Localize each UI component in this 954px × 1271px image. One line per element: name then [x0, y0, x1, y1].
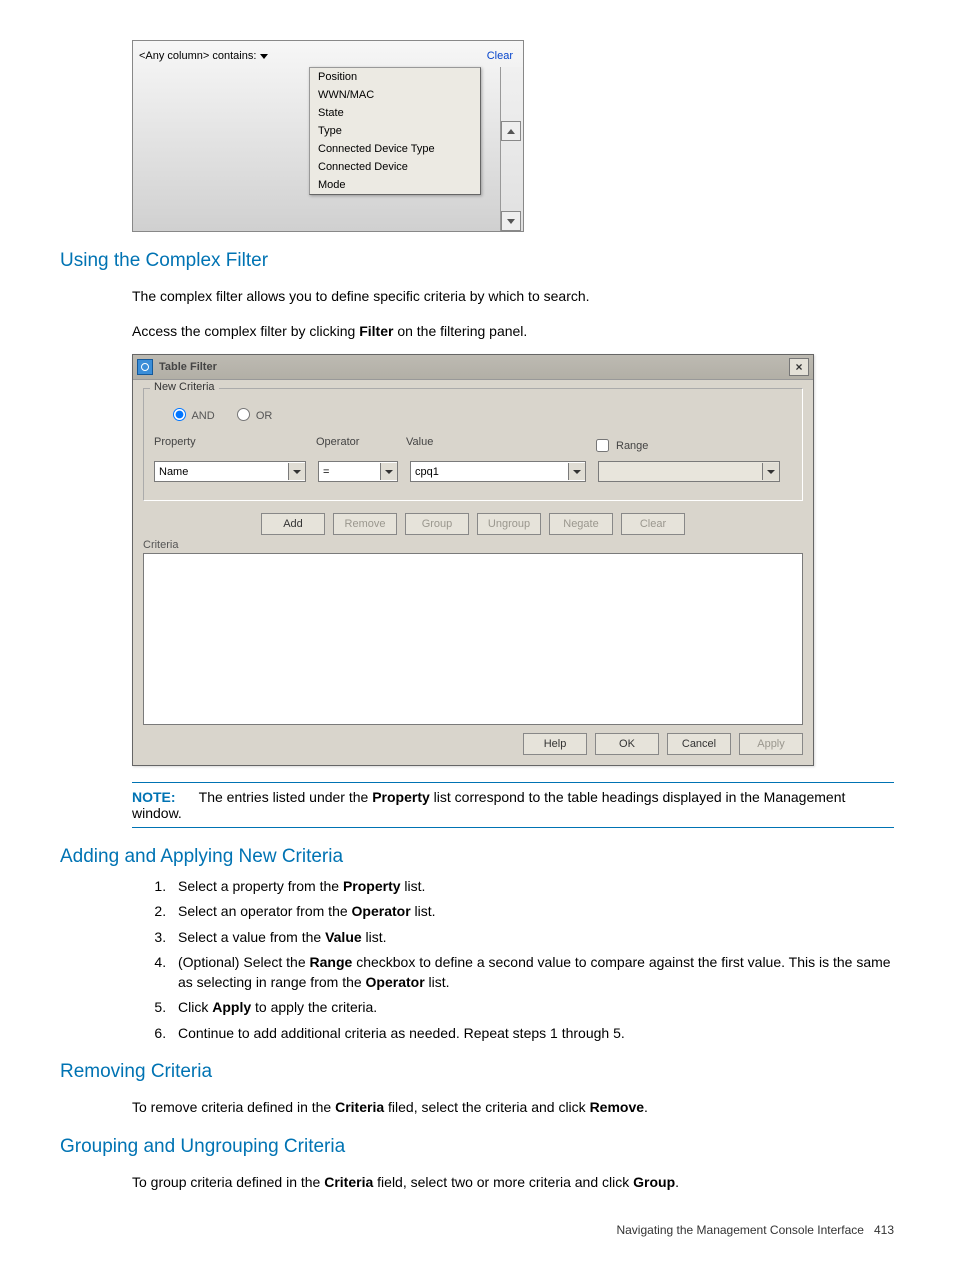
section-heading-using: Using the Complex Filter [60, 250, 894, 272]
value-label: Value [406, 436, 580, 457]
ok-button[interactable]: OK [595, 733, 659, 755]
filter-dropdown-screenshot: <Any column> contains: Clear Position WW… [132, 40, 524, 232]
table-filter-dialog: Table Filter × New Criteria AND OR Prope… [132, 354, 814, 766]
group-button[interactable]: Group [405, 513, 469, 535]
dialog-titlebar: Table Filter × [133, 355, 813, 380]
apply-button[interactable]: Apply [739, 733, 803, 755]
add-button[interactable]: Add [261, 513, 325, 535]
steps-list: Select a property from the Property list… [170, 876, 894, 1043]
chevron-down-icon [762, 463, 779, 480]
menu-option[interactable]: Connected Device Type [310, 140, 480, 158]
paragraph: The complex filter allows you to define … [132, 286, 894, 307]
menu-option[interactable]: State [310, 104, 480, 122]
range-select [598, 461, 780, 482]
chevron-down-icon [568, 463, 585, 480]
close-icon: × [795, 360, 802, 374]
negate-button[interactable]: Negate [549, 513, 613, 535]
help-button[interactable]: Help [523, 733, 587, 755]
column-dropdown-menu: Position WWN/MAC State Type Connected De… [309, 67, 481, 195]
list-item: Select an operator from the Operator lis… [170, 901, 894, 921]
chevron-down-icon[interactable] [260, 54, 268, 59]
close-button[interactable]: × [789, 358, 809, 376]
list-item: (Optional) Select the Range checkbox to … [170, 952, 894, 993]
ungroup-button[interactable]: Ungroup [477, 513, 541, 535]
scroll-down-button[interactable] [501, 211, 521, 231]
chevron-down-icon [380, 463, 397, 480]
section-heading-removing: Removing Criteria [60, 1061, 894, 1083]
value-select[interactable]: cpq1 [410, 461, 586, 482]
scroll-up-button[interactable] [501, 121, 521, 141]
paragraph: Access the complex filter by clicking Fi… [132, 321, 894, 342]
new-criteria-groupbox: New Criteria AND OR Property Operator Va… [143, 388, 803, 501]
clear-link[interactable]: Clear [487, 50, 513, 62]
radio-or[interactable]: OR [232, 410, 273, 422]
menu-option[interactable]: Position [310, 68, 480, 86]
section-heading-grouping: Grouping and Ungrouping Criteria [60, 1136, 894, 1158]
filter-label: <Any column> contains: [139, 50, 256, 62]
note-paragraph: NOTE: The entries listed under the Prope… [132, 789, 894, 821]
range-checkbox[interactable] [596, 439, 609, 452]
menu-option[interactable]: Mode [310, 176, 480, 194]
menu-option[interactable]: Connected Device [310, 158, 480, 176]
menu-option[interactable]: WWN/MAC [310, 86, 480, 104]
operator-select[interactable]: = [318, 461, 398, 482]
operator-label: Operator [316, 436, 394, 457]
paragraph: To remove criteria defined in the Criter… [132, 1097, 894, 1118]
list-item: Continue to add additional criteria as n… [170, 1023, 894, 1043]
paragraph: To group criteria defined in the Criteri… [132, 1172, 894, 1193]
list-item: Select a property from the Property list… [170, 876, 894, 896]
groupbox-title: New Criteria [150, 381, 219, 393]
app-icon [137, 359, 153, 375]
scrollbar-track [500, 67, 523, 231]
list-item: Click Apply to apply the criteria. [170, 997, 894, 1017]
cancel-button[interactable]: Cancel [667, 733, 731, 755]
criteria-label: Criteria [143, 539, 813, 551]
menu-option[interactable]: Type [310, 122, 480, 140]
remove-button[interactable]: Remove [333, 513, 397, 535]
criteria-button-row: Add Remove Group Ungroup Negate Clear [133, 513, 813, 535]
property-label: Property [154, 436, 304, 457]
range-label: Range [616, 440, 648, 452]
property-select[interactable]: Name [154, 461, 306, 482]
radio-and[interactable]: AND [168, 410, 215, 422]
list-item: Select a value from the Value list. [170, 927, 894, 947]
note-label: NOTE: [132, 789, 176, 805]
dialog-title: Table Filter [159, 361, 217, 373]
criteria-listbox[interactable] [143, 553, 803, 725]
section-heading-adding: Adding and Applying New Criteria [60, 846, 894, 868]
clear-button[interactable]: Clear [621, 513, 685, 535]
dialog-footer: Help OK Cancel Apply [133, 725, 813, 765]
page-footer: Navigating the Management Console Interf… [60, 1223, 894, 1237]
chevron-down-icon [288, 463, 305, 480]
